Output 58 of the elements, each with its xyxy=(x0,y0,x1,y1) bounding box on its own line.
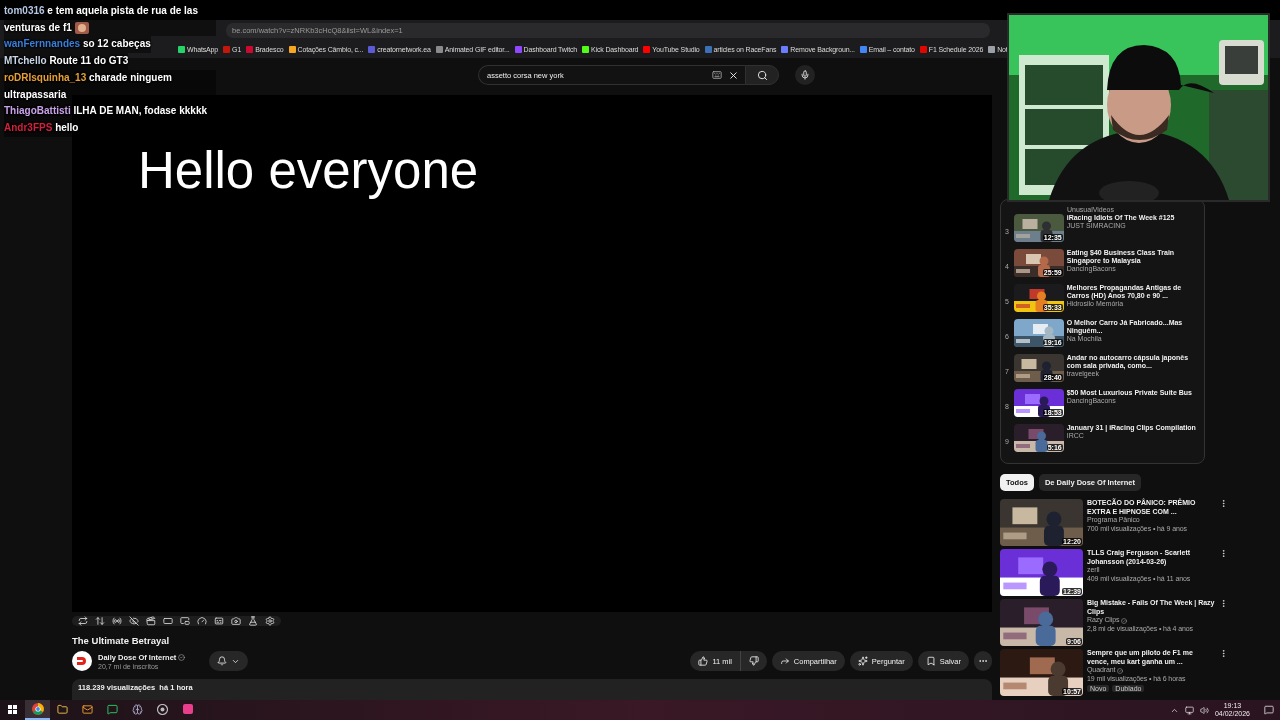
chat-username: tom0316 xyxy=(4,5,45,16)
chat-username: wanFernnandes xyxy=(4,38,81,50)
flask-icon[interactable] xyxy=(248,616,258,626)
chat-message: MTchello Route 11 do GT3 xyxy=(4,53,129,70)
brain-icon xyxy=(132,703,143,715)
menu-icon[interactable] xyxy=(1219,599,1228,609)
menu-icon[interactable] xyxy=(1219,549,1228,559)
chat-username: MTchello xyxy=(4,55,47,67)
windows-icon xyxy=(8,704,17,714)
verified-icon xyxy=(178,653,186,661)
chat-message: roDRIsquinha_13 charade ninguem ultrapassaria xyxy=(4,69,216,104)
taskbar-app[interactable] xyxy=(25,700,50,720)
network-icon[interactable] xyxy=(1184,705,1194,715)
folder-icon xyxy=(57,703,68,715)
mic-button[interactable] xyxy=(795,65,815,85)
clapperboard-icon[interactable] xyxy=(146,616,156,626)
repeat-icon[interactable] xyxy=(78,616,88,626)
keyboard-icon[interactable] xyxy=(712,70,722,80)
bookmark-icon xyxy=(925,656,936,666)
theater-icon[interactable] xyxy=(163,616,173,626)
camera-icon[interactable] xyxy=(231,616,241,626)
search-icon xyxy=(756,69,768,81)
pip-icon[interactable] xyxy=(180,616,190,626)
notification-icon[interactable] xyxy=(1264,705,1274,715)
verified-icon xyxy=(1121,617,1128,624)
speed-icon[interactable] xyxy=(197,616,207,626)
chat-username: ThiagoBattisti xyxy=(4,105,71,117)
chat-icon xyxy=(107,703,118,715)
hide-icon[interactable] xyxy=(129,616,139,626)
bell-icon xyxy=(217,656,228,666)
mic-icon xyxy=(800,70,810,80)
menu-icon[interactable] xyxy=(1219,649,1228,659)
chat-username: roDRIsquinha_13 xyxy=(4,71,87,83)
chrome-icon xyxy=(31,703,44,715)
settings-icon[interactable] xyxy=(265,616,275,626)
volume-icon[interactable] xyxy=(1199,705,1209,715)
notification-button[interactable] xyxy=(209,651,249,671)
mail-icon xyxy=(82,703,93,715)
sort-icon[interactable] xyxy=(95,616,105,626)
captions-icon[interactable] xyxy=(214,616,224,626)
chat-message: wanFernnandes so 12 cabeças xyxy=(4,36,151,54)
channel-avatar[interactable] xyxy=(72,651,92,671)
chat-message: Andr3FPS hello xyxy=(4,119,79,137)
more-button[interactable] xyxy=(974,651,992,671)
thumbs-down-icon xyxy=(748,656,759,666)
search-button[interactable] xyxy=(745,65,779,85)
app-icon xyxy=(182,704,193,714)
chat-message: ThiagoBattisti ILHA DE MAN, fodase kkkkk xyxy=(4,103,207,120)
broadcast-icon[interactable] xyxy=(112,616,122,626)
clear-icon[interactable] xyxy=(728,69,739,81)
record-icon xyxy=(157,703,168,715)
verified-icon xyxy=(1117,667,1124,674)
chat-username: Andr3FPS xyxy=(4,121,53,133)
video-title: The Ultimate Betrayal xyxy=(72,635,170,646)
share-icon xyxy=(779,656,790,666)
sparkle-icon xyxy=(857,656,868,666)
menu-icon[interactable] xyxy=(1219,499,1228,509)
thumbs-up-icon xyxy=(698,656,709,666)
